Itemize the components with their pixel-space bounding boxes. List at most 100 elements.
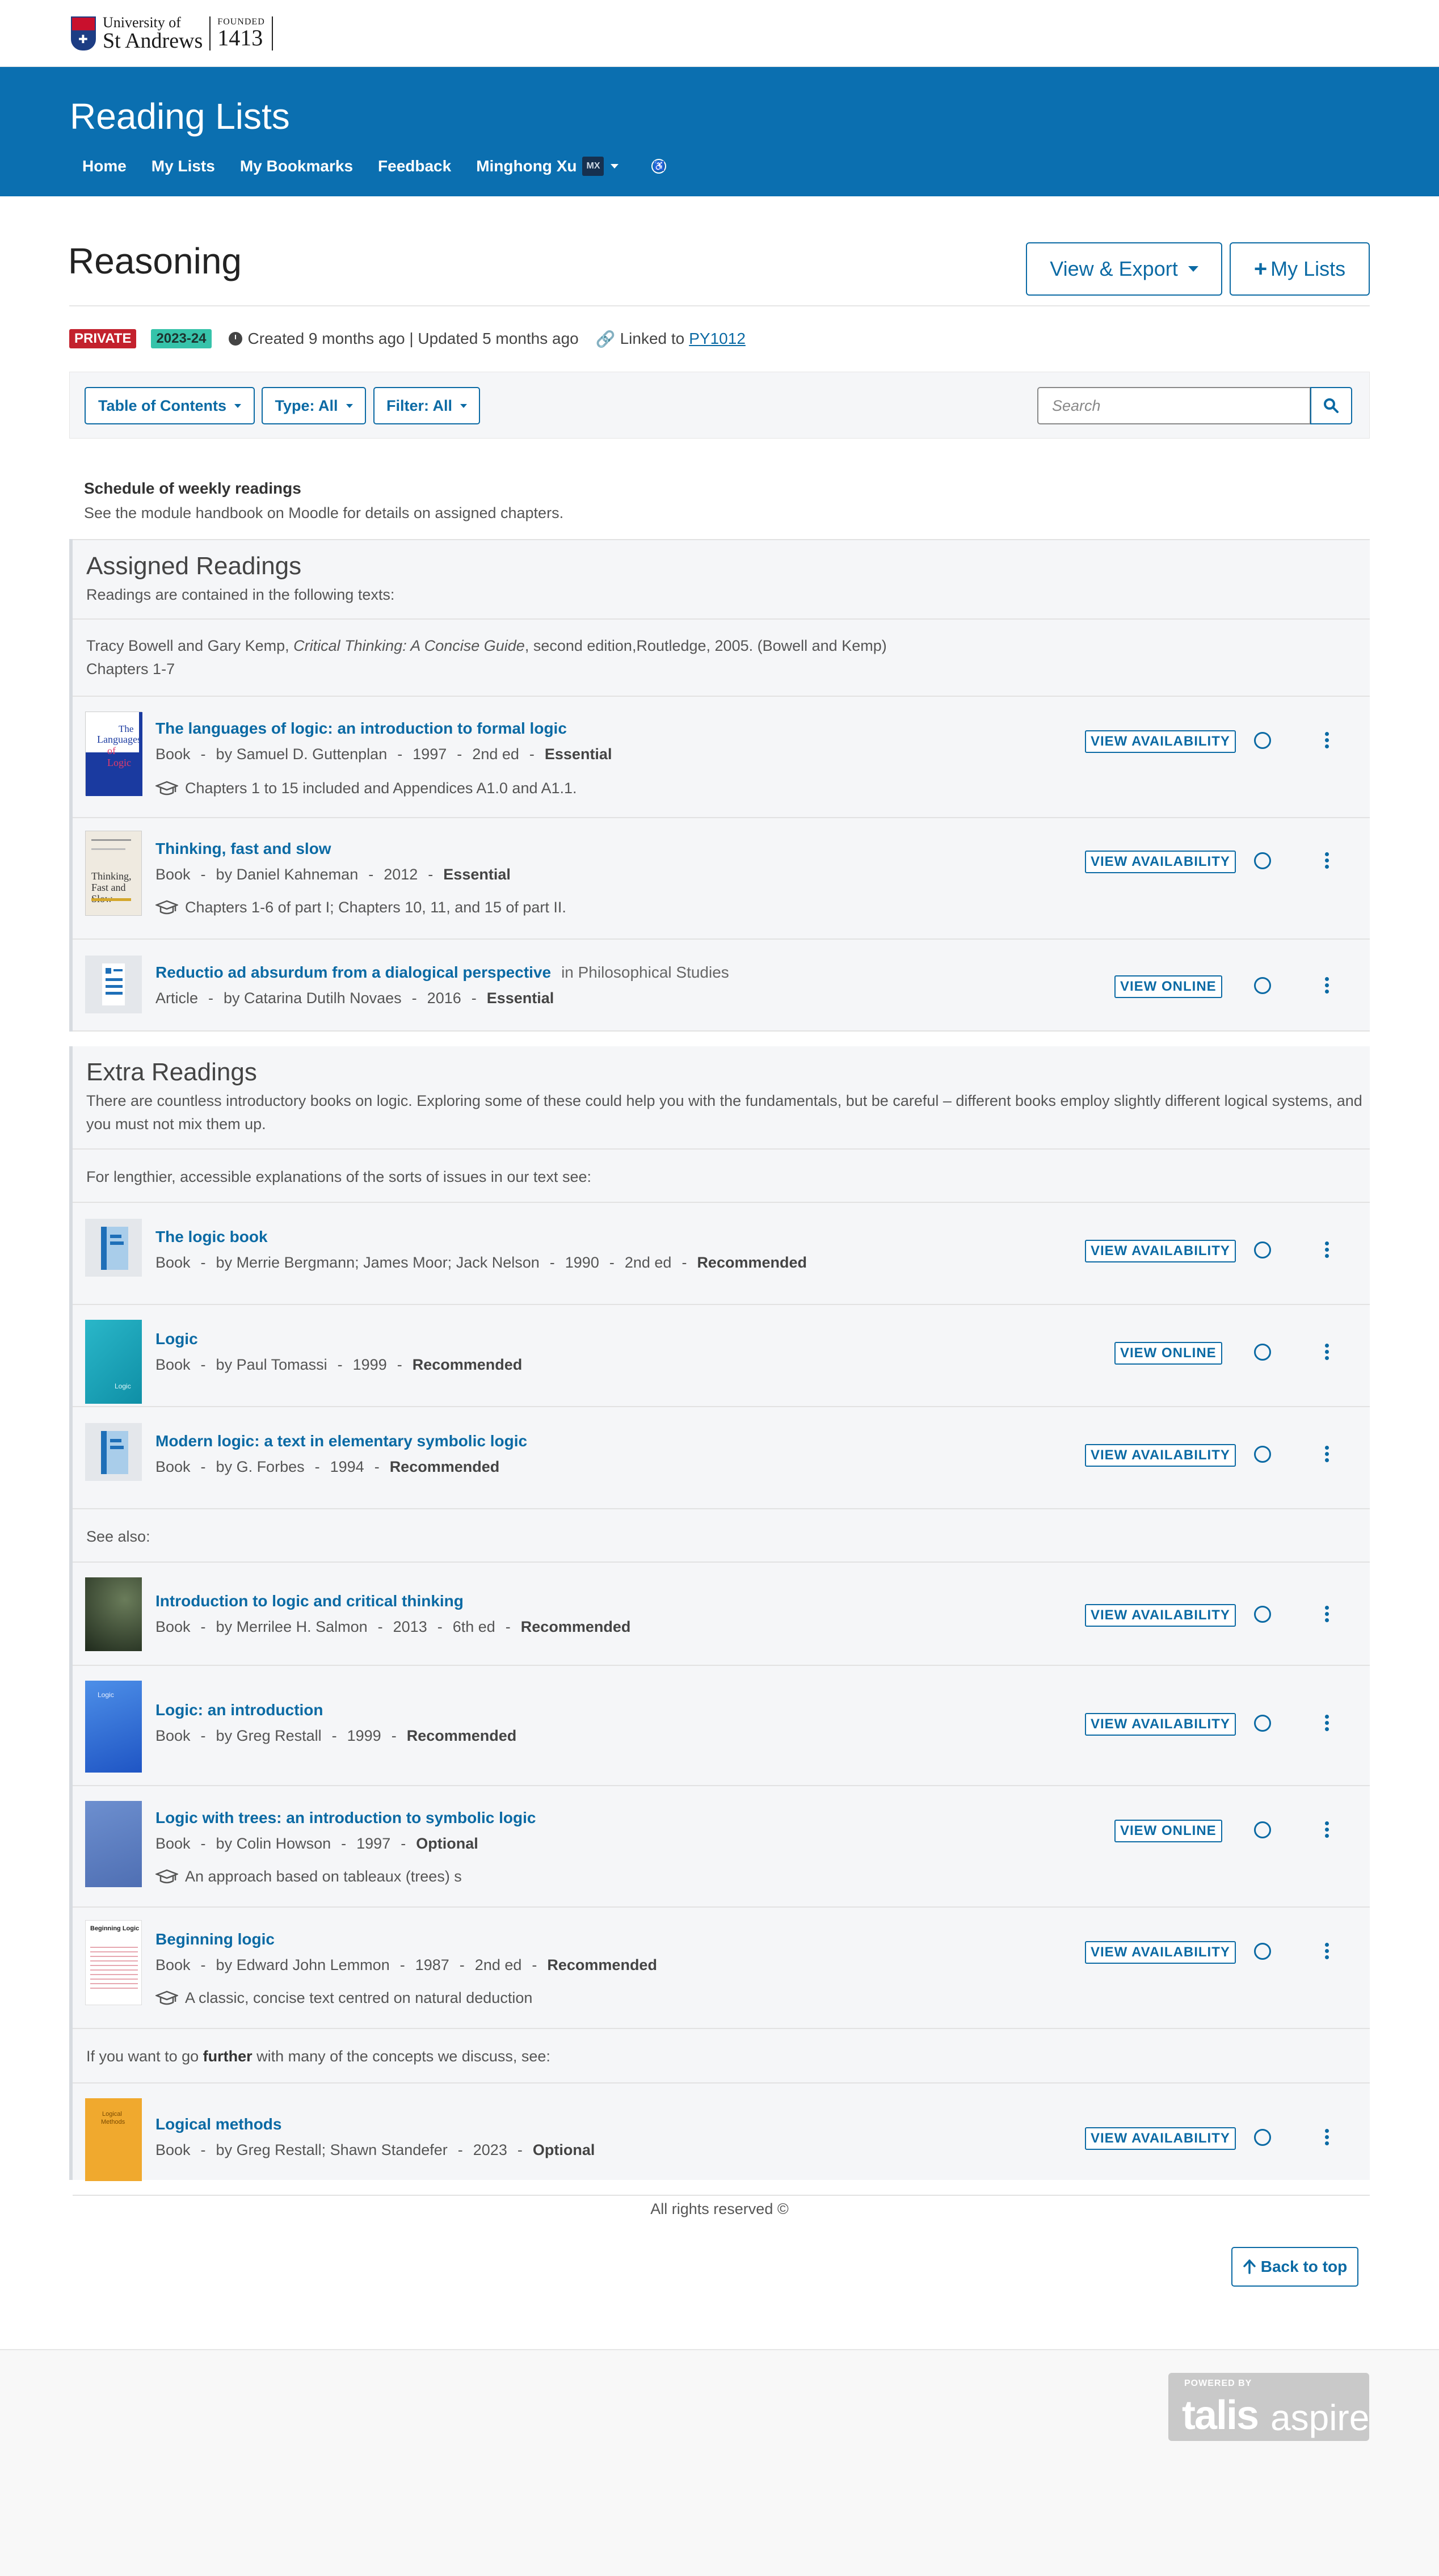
university-logo[interactable]: University of St Andrews FOUNDED 1413	[71, 15, 273, 52]
book-cover[interactable]: Beginning Logic	[85, 1920, 142, 2005]
list-item: Logical Methods Logical methods Book - by …	[73, 2083, 1370, 2196]
book-cover[interactable]: Thinking,Fast and Slow	[85, 831, 142, 916]
nav-feedback[interactable]: Feedback	[378, 157, 451, 175]
view-online-button[interactable]: VIEW ONLINE	[1114, 1820, 1222, 1842]
circle-toggle-icon[interactable]	[1254, 1446, 1271, 1463]
view-availability-button[interactable]: VIEW AVAILABILITY	[1085, 730, 1236, 753]
book-cover[interactable]: Logical Methods	[85, 2098, 142, 2181]
list-item: Reductio ad absurdum from a dialogical p…	[73, 940, 1370, 1032]
item-title-link[interactable]: The languages of logic: an introduction …	[155, 719, 567, 738]
crest-logo	[71, 16, 96, 50]
list-item: Beginning Logic Beginning logic Book - by …	[73, 1908, 1370, 2029]
kebab-menu-icon[interactable]	[1324, 1942, 1329, 1960]
view-availability-button[interactable]: VIEW AVAILABILITY	[1085, 1240, 1236, 1262]
item-title-link[interactable]: Thinking, fast and slow	[155, 840, 331, 858]
circle-toggle-icon[interactable]	[1254, 2129, 1271, 2146]
kebab-menu-icon[interactable]	[1324, 1240, 1329, 1259]
book-cover[interactable]: Logic	[85, 1681, 142, 1773]
item-student-note: Chapters 1-6 of part I; Chapters 10, 11,…	[155, 899, 566, 916]
item-title-link[interactable]: Beginning logic	[155, 1930, 275, 1948]
item-title-link[interactable]: The logic book	[155, 1228, 268, 1246]
circle-toggle-icon[interactable]	[1254, 1606, 1271, 1623]
article-icon[interactable]	[85, 956, 142, 1013]
nav-my-lists[interactable]: My Lists	[152, 157, 215, 175]
book-cover[interactable]: The Languages of Logic	[85, 712, 142, 796]
circle-toggle-icon[interactable]	[1254, 852, 1271, 869]
created-updated: Created 9 months ago | Updated 5 months …	[247, 330, 579, 347]
item-meta: Book - by Greg Restall; Shawn Standefer -20…	[155, 2141, 595, 2158]
list-item: Modern logic: a text in elementary symbo…	[73, 1407, 1370, 1509]
user-avatar: MX	[582, 157, 604, 176]
view-online-button[interactable]: VIEW ONLINE	[1114, 1342, 1222, 1365]
logo-line2: St Andrews	[103, 29, 203, 53]
book-cover[interactable]	[85, 1577, 142, 1651]
caret-down-icon	[346, 403, 353, 408]
linked-module-link[interactable]: PY1012	[689, 330, 746, 348]
book-cover[interactable]: Logic	[85, 1320, 142, 1404]
kebab-menu-icon[interactable]	[1324, 2128, 1329, 2146]
view-online-button[interactable]: VIEW ONLINE	[1114, 975, 1222, 998]
view-availability-button[interactable]: VIEW AVAILABILITY	[1085, 1713, 1236, 1736]
year-badge: 2023-24	[151, 329, 212, 348]
kebab-menu-icon[interactable]	[1324, 1820, 1329, 1839]
table-of-contents-button[interactable]: Table of Contents	[85, 387, 255, 424]
mortarboard-icon	[155, 1869, 178, 1883]
search-input[interactable]: Search	[1037, 387, 1311, 424]
item-title-link[interactable]: Logical methods	[155, 2115, 281, 2133]
type-filter-button[interactable]: Type: All	[262, 387, 366, 424]
copyright-text: All rights reserved ©	[650, 2200, 789, 2217]
book-cover[interactable]	[85, 1423, 142, 1481]
app-title[interactable]: Reading Lists	[70, 95, 290, 137]
view-availability-button[interactable]: VIEW AVAILABILITY	[1085, 1444, 1236, 1467]
kebab-menu-icon[interactable]	[1324, 851, 1329, 870]
item-title-link[interactable]: Reductio ad absurdum from a dialogical p…	[155, 963, 551, 981]
circle-toggle-icon[interactable]	[1254, 1241, 1271, 1258]
back-to-top-button[interactable]: Back to top	[1231, 2247, 1358, 2287]
nav-my-bookmarks[interactable]: My Bookmarks	[240, 157, 353, 175]
circle-toggle-icon[interactable]	[1254, 977, 1271, 994]
circle-toggle-icon[interactable]	[1254, 1715, 1271, 1732]
circle-toggle-icon[interactable]	[1254, 1344, 1271, 1361]
accessibility-icon[interactable]: ♿	[651, 159, 667, 174]
view-export-button[interactable]: View & Export	[1026, 242, 1222, 296]
kebab-menu-icon[interactable]	[1324, 1714, 1329, 1732]
view-availability-button[interactable]: VIEW AVAILABILITY	[1085, 2127, 1236, 2150]
circle-toggle-icon[interactable]	[1254, 1943, 1271, 1960]
clock-icon	[228, 332, 242, 346]
list-item: The logic book Book - by Merrie Bergmann; …	[73, 1203, 1370, 1305]
circle-toggle-icon[interactable]	[1254, 732, 1271, 749]
item-title-link[interactable]: Logic: an introduction	[155, 1701, 323, 1719]
kebab-menu-icon[interactable]	[1324, 1445, 1329, 1463]
item-title-link[interactable]: Logic	[155, 1330, 198, 1348]
kebab-menu-icon[interactable]	[1324, 976, 1329, 995]
item-title-link[interactable]: Modern logic: a text in elementary symbo…	[155, 1432, 527, 1450]
kebab-menu-icon[interactable]	[1324, 731, 1329, 750]
caret-down-icon	[1188, 266, 1198, 272]
filter-button[interactable]: Filter: All	[373, 387, 480, 424]
kebab-menu-icon[interactable]	[1324, 1605, 1329, 1623]
view-availability-button[interactable]: VIEW AVAILABILITY	[1085, 851, 1236, 873]
search-button[interactable]	[1310, 387, 1352, 424]
mortarboard-icon	[155, 900, 178, 914]
item-student-note: A classic, concise text centred on natur…	[155, 1989, 532, 2007]
section-note: For lengthier, accessible explanations o…	[73, 1150, 1370, 1203]
kebab-menu-icon[interactable]	[1324, 1342, 1329, 1361]
item-meta: Book - by Samuel D. Guttenplan -1997-2nd ed…	[155, 746, 612, 763]
my-lists-button[interactable]: + My Lists	[1230, 242, 1370, 296]
powered-by-label: POWERED BY	[1184, 2379, 1252, 2388]
book-cover[interactable]	[85, 1801, 142, 1887]
view-availability-button[interactable]: VIEW AVAILABILITY	[1085, 1604, 1236, 1627]
view-availability-button[interactable]: VIEW AVAILABILITY	[1085, 1941, 1236, 1964]
book-cover[interactable]	[85, 1219, 142, 1277]
talis-aspire-logo[interactable]: POWERED BY talis aspire	[1168, 2373, 1369, 2441]
item-title-link[interactable]: Logic with trees: an introduction to sym…	[155, 1809, 536, 1827]
nav-home[interactable]: Home	[82, 157, 127, 175]
item-meta: Article - by Catarina Dutilh Novaes -2016- E…	[155, 990, 554, 1007]
main-nav: Home My Lists My Bookmarks Feedback Ming…	[70, 157, 667, 176]
intro-title: Schedule of weekly readings	[84, 479, 301, 497]
circle-toggle-icon[interactable]	[1254, 1821, 1271, 1838]
item-title-link[interactable]: Introduction to logic and critical think…	[155, 1592, 464, 1610]
section-description: Readings are contained in the following …	[86, 586, 395, 604]
linked-label: Linked to	[620, 330, 685, 347]
nav-user-menu[interactable]: Minghong Xu MX	[476, 157, 619, 176]
